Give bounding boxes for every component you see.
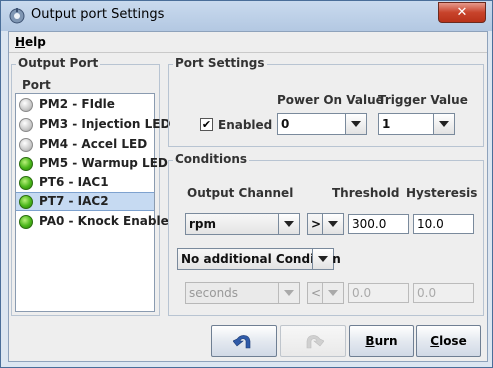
chevron-down-icon[interactable] [278, 283, 299, 303]
second-hysteresis-input[interactable]: 0.0 [413, 283, 474, 303]
second-channel-value: seconds [189, 286, 239, 300]
power-on-value: 0 [281, 117, 290, 131]
trigger-value-select[interactable]: 1 [378, 113, 455, 135]
second-channel-select[interactable]: seconds [185, 282, 300, 304]
redo-arrow-icon [306, 335, 325, 349]
app-icon [9, 8, 25, 24]
port-item-pa0[interactable]: PA0 - Knock Enable [16, 212, 169, 231]
port-item-pm2[interactable]: PM2 - FIdle [16, 95, 154, 114]
chevron-down-icon[interactable] [312, 249, 333, 269]
conditions-group-title: Conditions [173, 152, 250, 166]
operator-select[interactable]: > [307, 213, 344, 235]
port-item-label: PA0 - Knock Enable [39, 214, 169, 228]
hysteresis-label: Hysteresis [406, 186, 478, 200]
close-button[interactable]: Close [416, 325, 481, 357]
port-item-pt6[interactable]: PT6 - IAC1 [16, 173, 154, 192]
menu-help[interactable]: Help [15, 35, 46, 49]
port-item-label: PT7 - IAC2 [39, 194, 109, 208]
undo-button[interactable] [211, 325, 277, 357]
led-on-icon [19, 157, 33, 171]
chevron-down-icon[interactable] [322, 283, 343, 303]
enabled-checkbox[interactable]: ✔ [200, 118, 213, 131]
output-channel-value: rpm [189, 217, 217, 231]
window-close-button[interactable]: ✕ [438, 2, 486, 23]
port-item-pm3[interactable]: PM3 - Injection LED [16, 115, 170, 134]
led-on-icon [19, 195, 33, 209]
port-item-label: PM4 - Accel LED [39, 137, 148, 151]
title-bar[interactable]: Output port Settings ✕ [1, 1, 492, 31]
undo-arrow-icon [232, 335, 251, 349]
dialog-window: Output port Settings ✕ Help Output Port … [0, 0, 493, 368]
help-label-rest: elp [25, 35, 46, 49]
window-title: Output port Settings [31, 7, 165, 22]
output-channel-label: Output Channel [187, 186, 294, 200]
chevron-down-icon[interactable] [345, 114, 366, 134]
enabled-label: Enabled [218, 118, 273, 132]
burn-button[interactable]: Burn [349, 325, 414, 357]
port-list[interactable]: PM2 - FIdle PM3 - Injection LED PM4 - Ac… [15, 93, 170, 312]
port-item-pt7-selected[interactable]: PT7 - IAC2 [16, 192, 154, 211]
threshold-input[interactable]: 300.0 [348, 214, 409, 234]
output-channel-select[interactable]: rpm [185, 213, 300, 235]
menu-bar: Help [9, 32, 487, 53]
port-item-label: PT6 - IAC1 [39, 175, 109, 189]
close-mnemonic: C [430, 334, 440, 348]
close-label-rest: lose [439, 334, 467, 348]
port-item-pm5[interactable]: PM5 - Warmup LED [16, 154, 168, 173]
operator-value: > [311, 217, 322, 231]
led-on-icon [19, 176, 33, 190]
threshold-label: Threshold [332, 186, 400, 200]
help-mnemonic: H [15, 35, 26, 49]
second-operator-value: < [311, 286, 322, 300]
chevron-down-icon[interactable] [433, 114, 454, 134]
port-item-label: PM5 - Warmup LED [39, 156, 168, 170]
additional-condition-select[interactable]: No additional Condition [177, 248, 341, 270]
dialog-content: Help Output Port Port PM2 - FIdle PM3 - … [8, 31, 488, 362]
led-off-icon [19, 138, 33, 152]
port-item-pm4[interactable]: PM4 - Accel LED [16, 135, 154, 154]
second-threshold-input[interactable]: 0.0 [348, 283, 409, 303]
port-settings-group-title: Port Settings [173, 56, 267, 70]
hysteresis-input[interactable]: 10.0 [413, 214, 474, 234]
port-item-label: PM2 - FIdle [39, 97, 115, 111]
power-on-label: Power On Value [277, 93, 384, 107]
second-operator-select[interactable]: < [307, 282, 344, 304]
redo-button[interactable] [280, 325, 346, 357]
trigger-value: 1 [382, 117, 391, 131]
power-on-value-select[interactable]: 0 [277, 113, 367, 135]
burn-label-rest: urn [374, 334, 398, 348]
burn-mnemonic: B [365, 334, 375, 348]
chevron-down-icon[interactable] [322, 214, 343, 234]
port-item-label: PM3 - Injection LED [39, 117, 171, 131]
output-port-group-title: Output Port [16, 56, 101, 70]
chevron-down-icon[interactable] [278, 214, 299, 234]
led-off-icon [19, 98, 33, 112]
port-list-label: Port [22, 78, 51, 92]
led-off-icon [19, 118, 33, 132]
led-on-icon [19, 215, 33, 229]
trigger-value-label: Trigger Value [378, 93, 468, 107]
